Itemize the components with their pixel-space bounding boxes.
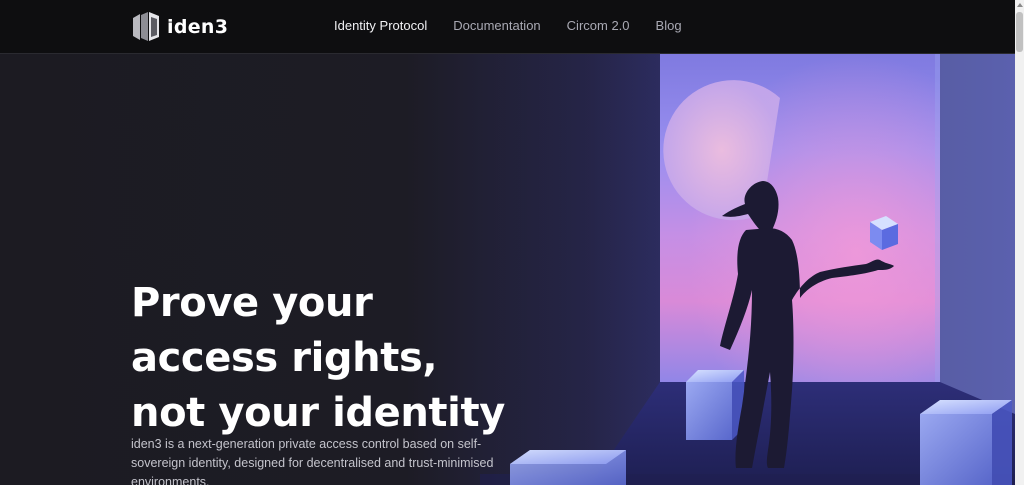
logo-text: iden3 — [167, 15, 229, 38]
nav-documentation[interactable]: Documentation — [453, 17, 540, 35]
vertical-scrollbar[interactable] — [1015, 0, 1024, 485]
scroll-thumb[interactable] — [1016, 12, 1023, 52]
top-navigation-bar: iden3 Identity Protocol Documentation Ci… — [0, 0, 1024, 54]
headline-line-3: not your identity — [131, 390, 505, 436]
nav-identity-protocol[interactable]: Identity Protocol — [334, 17, 427, 35]
hero-description: iden3 is a next-generation private acces… — [131, 437, 494, 485]
main-nav: Identity Protocol Documentation Circom 2… — [334, 17, 708, 35]
iden3-logo-icon — [133, 12, 159, 41]
headline-line-2: access rights, — [131, 335, 438, 381]
cube-left-bottom — [510, 450, 626, 485]
headline-line-1: Prove your — [131, 280, 373, 326]
nav-blog[interactable]: Blog — [656, 17, 682, 35]
hero-section: Prove your access rights, not your ident… — [0, 54, 1015, 485]
hero-headline: Prove your access rights, not your ident… — [131, 276, 505, 441]
logo-link[interactable]: iden3 — [131, 11, 228, 42]
scroll-up-arrow-icon[interactable] — [1017, 3, 1023, 7]
cube-right — [920, 400, 1012, 485]
page: iden3 Identity Protocol Documentation Ci… — [0, 0, 1024, 485]
nav-circom[interactable]: Circom 2.0 — [567, 17, 630, 35]
cube-middle — [686, 370, 744, 440]
